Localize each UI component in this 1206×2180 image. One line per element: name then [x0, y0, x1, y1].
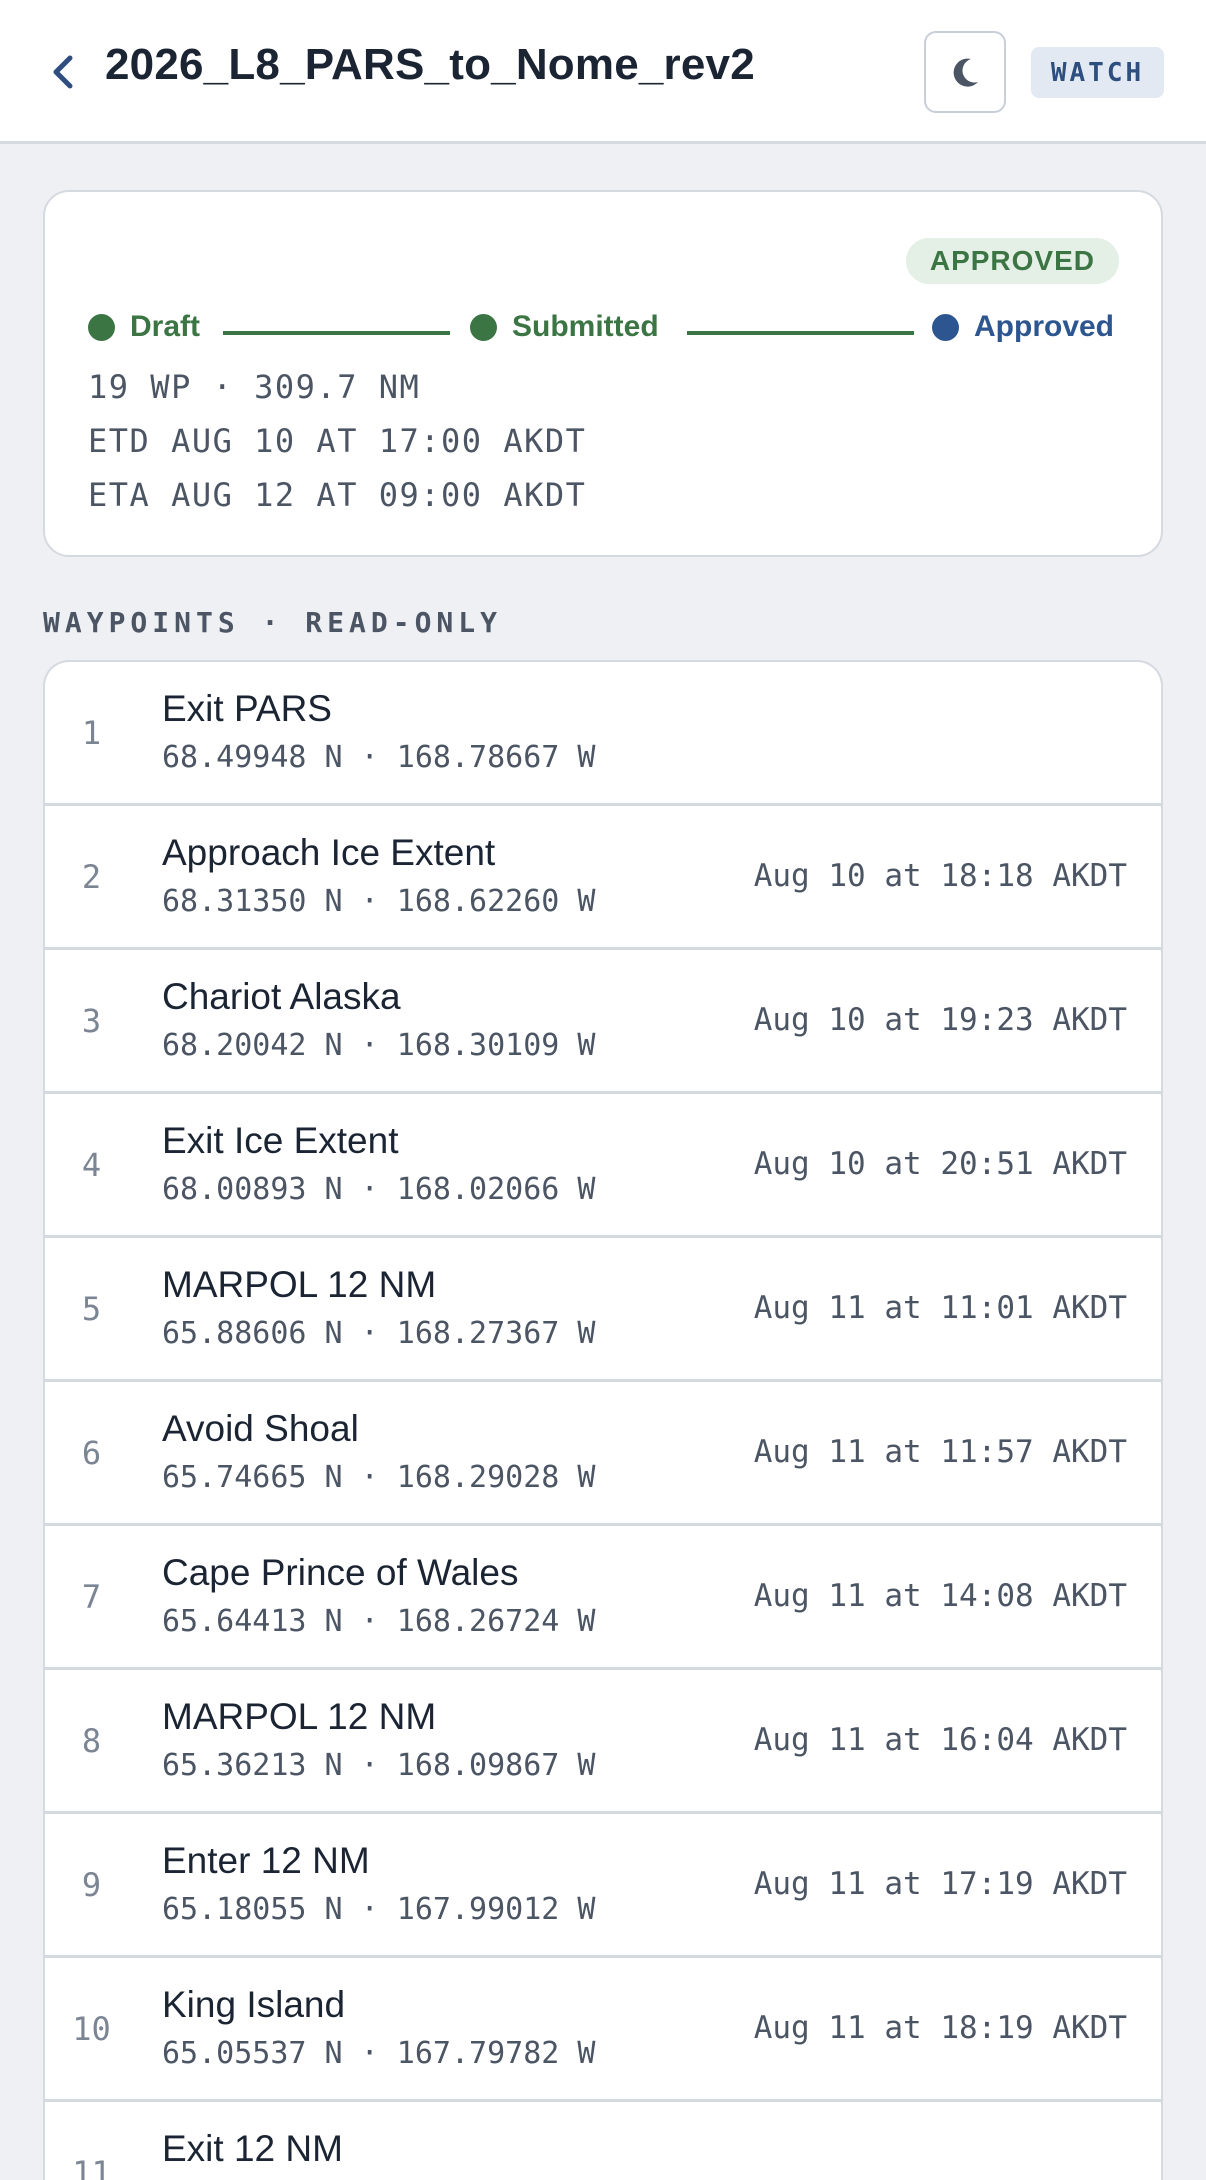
waypoint-eta: Aug 11 at 17:19 AKDT	[753, 1866, 1127, 1902]
waypoint-name: Chariot Alaska	[162, 976, 401, 1017]
waypoint-eta: Aug 11 at 16:04 AKDT	[753, 1722, 1127, 1758]
waypoint-name: Cape Prince of Wales	[162, 1552, 519, 1593]
waypoint-name: Exit PARS	[162, 688, 332, 729]
waypoint-row[interactable]: 3 Chariot Alaska 68.20042 N · 168.30109 …	[45, 950, 1161, 1094]
waypoint-number: 11	[72, 2153, 111, 2180]
page-title: 2026_L8_PARS_to_Nome_rev2	[105, 40, 755, 89]
waypoint-number: 8	[81, 1721, 102, 1760]
stage-label: Submitted	[512, 310, 659, 343]
waypoint-coordinates: 65.64413 N · 168.26724 W	[162, 1604, 596, 1639]
waypoint-eta: Aug 11 at 18:19 AKDT	[753, 2010, 1127, 2046]
theme-toggle-button[interactable]	[924, 31, 1006, 113]
waypoint-coordinates: 65.88606 N · 168.27367 W	[162, 1316, 596, 1351]
waypoint-coordinates: 68.00893 N · 168.02066 W	[162, 1172, 596, 1207]
waypoint-row[interactable]: 6 Avoid Shoal 65.74665 N · 168.29028 W A…	[45, 1382, 1161, 1526]
waypoint-name: Avoid Shoal	[162, 1408, 359, 1449]
eta-line: ETA AUG 12 AT 09:00 AKDT	[88, 476, 587, 514]
stage-dot	[470, 313, 497, 341]
waypoint-count-distance: 19 WP · 309.7 NM	[88, 368, 421, 406]
waypoint-coordinates: 65.74665 N · 168.29028 W	[162, 1460, 596, 1495]
waypoint-row[interactable]: 8 MARPOL 12 NM 65.36213 N · 168.09867 W …	[45, 1670, 1161, 1814]
waypoints-section-label: WAYPOINTS · READ-ONLY	[43, 606, 503, 639]
waypoint-eta: Aug 11 at 11:01 AKDT	[753, 1290, 1127, 1326]
waypoint-number: 5	[81, 1289, 102, 1328]
waypoint-coordinates: 65.36213 N · 168.09867 W	[162, 1748, 596, 1783]
stage-dot	[88, 313, 115, 341]
status-badge: APPROVED	[905, 238, 1119, 284]
waypoint-row[interactable]: 2 Approach Ice Extent 68.31350 N · 168.6…	[45, 806, 1161, 950]
waypoint-row[interactable]: 10 King Island 65.05537 N · 167.79782 W …	[45, 1958, 1161, 2102]
waypoint-coordinates: 65.05537 N · 167.79782 W	[162, 2036, 596, 2071]
chevron-left-icon	[53, 55, 73, 89]
waypoint-name: Exit Ice Extent	[162, 1120, 399, 1161]
waypoint-number: 10	[72, 2009, 111, 2048]
stage-label: Approved	[974, 310, 1115, 343]
waypoint-number: 3	[81, 1001, 102, 1040]
waypoint-number: 6	[81, 1433, 102, 1472]
waypoint-eta: Aug 11 at 14:08 AKDT	[753, 1578, 1127, 1614]
stage-draft: Draft	[88, 310, 200, 344]
stage-dot	[932, 313, 959, 341]
waypoint-name: Enter 12 NM	[162, 1840, 370, 1881]
waypoint-number: 4	[81, 1145, 102, 1184]
waypoint-coordinates: 68.31350 N · 168.62260 W	[162, 884, 596, 919]
stage-connector	[687, 331, 914, 335]
waypoint-name: MARPOL 12 NM	[162, 1696, 437, 1737]
route-summary-card: APPROVED Draft Submitted Approved 19 WP …	[43, 190, 1163, 557]
waypoint-row[interactable]: 7 Cape Prince of Wales 65.64413 N · 168.…	[45, 1526, 1161, 1670]
waypoint-number: 2	[81, 857, 102, 896]
stage-approved: Approved	[932, 310, 1114, 344]
etd-line: ETD AUG 10 AT 17:00 AKDT	[88, 422, 587, 460]
app-header: 2026_L8_PARS_to_Nome_rev2 WATCH	[0, 0, 1206, 144]
waypoint-row[interactable]: 4 Exit Ice Extent 68.00893 N · 168.02066…	[45, 1094, 1161, 1238]
waypoint-name: Approach Ice Extent	[162, 832, 496, 873]
waypoint-row[interactable]: 5 MARPOL 12 NM 65.88606 N · 168.27367 W …	[45, 1238, 1161, 1382]
waypoint-row[interactable]: 9 Enter 12 NM 65.18055 N · 167.99012 W A…	[45, 1814, 1161, 1958]
waypoint-number: 7	[81, 1577, 102, 1616]
waypoint-row[interactable]: 1 Exit PARS 68.49948 N · 168.78667 W	[45, 662, 1161, 806]
waypoint-name: Exit 12 NM	[162, 2128, 343, 2169]
waypoint-name: MARPOL 12 NM	[162, 1264, 437, 1305]
stage-submitted: Submitted	[470, 310, 659, 344]
back-button[interactable]	[40, 46, 86, 98]
waypoint-number: 1	[81, 713, 102, 752]
waypoint-coordinates: 68.20042 N · 168.30109 W	[162, 1028, 596, 1063]
stage-label: Draft	[130, 310, 201, 343]
waypoint-eta: Aug 11 at 11:57 AKDT	[753, 1434, 1127, 1470]
waypoint-number: 9	[81, 1865, 102, 1904]
waypoint-list: 1 Exit PARS 68.49948 N · 168.78667 W 2 A…	[43, 660, 1163, 2180]
watch-badge: WATCH	[1031, 47, 1164, 98]
waypoint-eta: Aug 10 at 18:18 AKDT	[753, 858, 1127, 894]
waypoint-row[interactable]: 11 Exit 12 NM	[45, 2102, 1161, 2180]
waypoint-eta: Aug 10 at 19:23 AKDT	[753, 1002, 1127, 1038]
waypoint-eta: Aug 10 at 20:51 AKDT	[753, 1146, 1127, 1182]
waypoint-coordinates: 65.18055 N · 167.99012 W	[162, 1892, 596, 1927]
waypoint-coordinates: 68.49948 N · 168.78667 W	[162, 740, 596, 775]
moon-icon	[953, 58, 978, 87]
waypoint-name: King Island	[162, 1984, 346, 2025]
stage-connector	[223, 331, 450, 335]
